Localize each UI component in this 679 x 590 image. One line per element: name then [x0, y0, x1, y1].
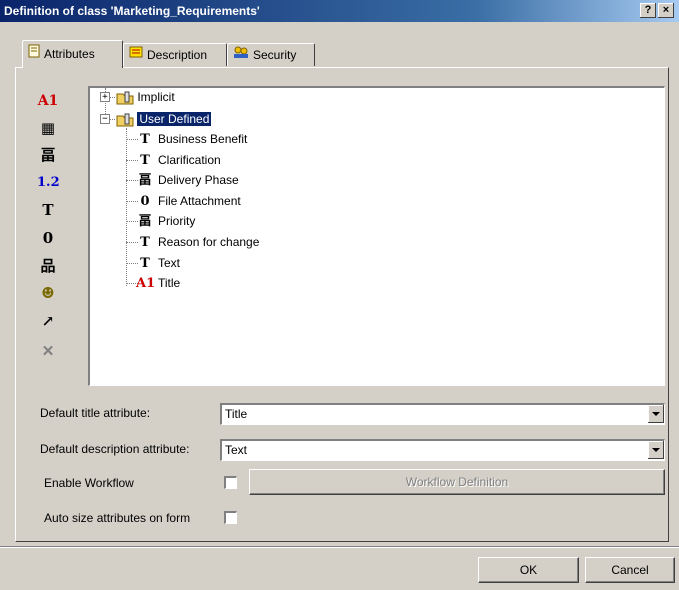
user-attribute-tool[interactable]: ☻	[37, 283, 59, 303]
tree-attr-label: Title	[158, 276, 181, 291]
title-attribute-tool[interactable]: A1	[37, 91, 59, 111]
attribute-type-icon: T	[140, 255, 150, 271]
link-attribute-tool[interactable]: ↗	[37, 311, 59, 331]
tab-attributes[interactable]: Attributes	[22, 40, 123, 68]
attribute-type-icon: 畐	[138, 214, 152, 230]
tree-attr-label: Priority	[158, 214, 196, 229]
enable-workflow-checkbox[interactable]	[224, 476, 237, 489]
attribute-type-icon: T	[140, 152, 150, 168]
chevron-down-icon[interactable]	[648, 441, 664, 459]
delete-attribute-tool[interactable]: ✕	[37, 341, 59, 361]
tree-node-implicit-label: Implicit	[137, 90, 175, 104]
tree-attr-item[interactable]: T Business Benefit	[136, 130, 247, 148]
tree-node-implicit[interactable]: Implicit	[116, 88, 175, 106]
tree-attr-label: File Attachment	[158, 193, 241, 208]
expand-user-defined-toggle[interactable]: −	[100, 114, 110, 124]
attribute-type-icon: 畐	[138, 173, 152, 189]
help-button[interactable]: ?	[640, 3, 656, 18]
expand-implicit-toggle[interactable]: +	[100, 92, 110, 102]
attribute-type-icon: 𝟎	[140, 193, 150, 209]
attribute-tree[interactable]: + Implicit − User Defined T Business Bene…	[88, 86, 665, 386]
tab-security[interactable]: Security	[227, 43, 315, 66]
tree-attr-item[interactable]: 畐 Priority	[136, 212, 195, 230]
tree-attr-item[interactable]: 𝟎 File Attachment	[136, 192, 241, 210]
date-attribute-tool[interactable]: ▦	[37, 118, 59, 138]
tree-attr-item[interactable]: T Text	[136, 254, 180, 272]
hierarchy-attribute-tool[interactable]: 品	[37, 256, 59, 276]
attachment-attribute-tool[interactable]: 𝟎	[37, 228, 59, 248]
list-attribute-tool[interactable]: 畐	[37, 145, 59, 165]
number-attribute-tool[interactable]: 1.2	[37, 173, 60, 193]
folder-icon	[116, 90, 137, 105]
default-title-label: Default title attribute:	[40, 406, 151, 420]
tree-attr-label: Clarification	[158, 152, 221, 167]
default-title-select[interactable]: Title	[220, 403, 665, 425]
close-button[interactable]: ×	[658, 3, 674, 18]
tree-node-user-defined-label: User Defined	[137, 112, 212, 126]
default-description-select[interactable]: Text	[220, 439, 665, 461]
users-icon	[233, 44, 249, 67]
tab-security-label: Security	[253, 48, 297, 62]
attribute-type-icon: T	[140, 132, 150, 147]
document-icon	[28, 41, 40, 68]
tree-attr-label: Text	[158, 255, 181, 270]
tree-attr-item[interactable]: T Clarification	[136, 151, 221, 169]
attribute-type-icon: A1	[136, 276, 156, 292]
tree-attr-item[interactable]: T Reason for change	[136, 233, 259, 251]
tab-attributes-label: Attributes	[44, 47, 95, 61]
tab-description[interactable]: Description	[123, 43, 227, 66]
tree-node-user-defined[interactable]: User Defined	[116, 110, 212, 128]
tree-attr-item[interactable]: A1 Title	[136, 274, 180, 292]
enable-workflow-label: Enable Workflow	[44, 476, 134, 490]
text-attribute-tool[interactable]: T	[37, 200, 59, 220]
tree-attr-label: Business Benefit	[158, 132, 248, 146]
auto-size-label: Auto size attributes on form	[44, 511, 191, 525]
window-titlebar: Definition of class 'Marketing_Requireme…	[0, 0, 679, 22]
attribute-type-icon: T	[140, 235, 150, 250]
open-folder-icon	[116, 112, 137, 127]
note-icon	[129, 44, 143, 67]
auto-size-checkbox[interactable]	[224, 511, 237, 524]
tree-attr-label: Reason for change	[158, 235, 260, 249]
cancel-button[interactable]: Cancel	[585, 557, 675, 583]
default-title-value: Title	[225, 407, 248, 421]
tree-attr-item[interactable]: 畐 Delivery Phase	[136, 171, 239, 189]
chevron-down-icon[interactable]	[648, 405, 664, 423]
tab-description-label: Description	[147, 48, 208, 62]
ok-button[interactable]: OK	[478, 557, 579, 583]
window-title: Definition of class 'Marketing_Requireme…	[4, 4, 260, 18]
tree-attr-label: Delivery Phase	[158, 173, 239, 188]
workflow-definition-button[interactable]: Workflow Definition	[249, 469, 665, 495]
default-description-label: Default description attribute:	[40, 442, 190, 456]
default-description-value: Text	[225, 443, 248, 457]
divider	[0, 546, 679, 548]
